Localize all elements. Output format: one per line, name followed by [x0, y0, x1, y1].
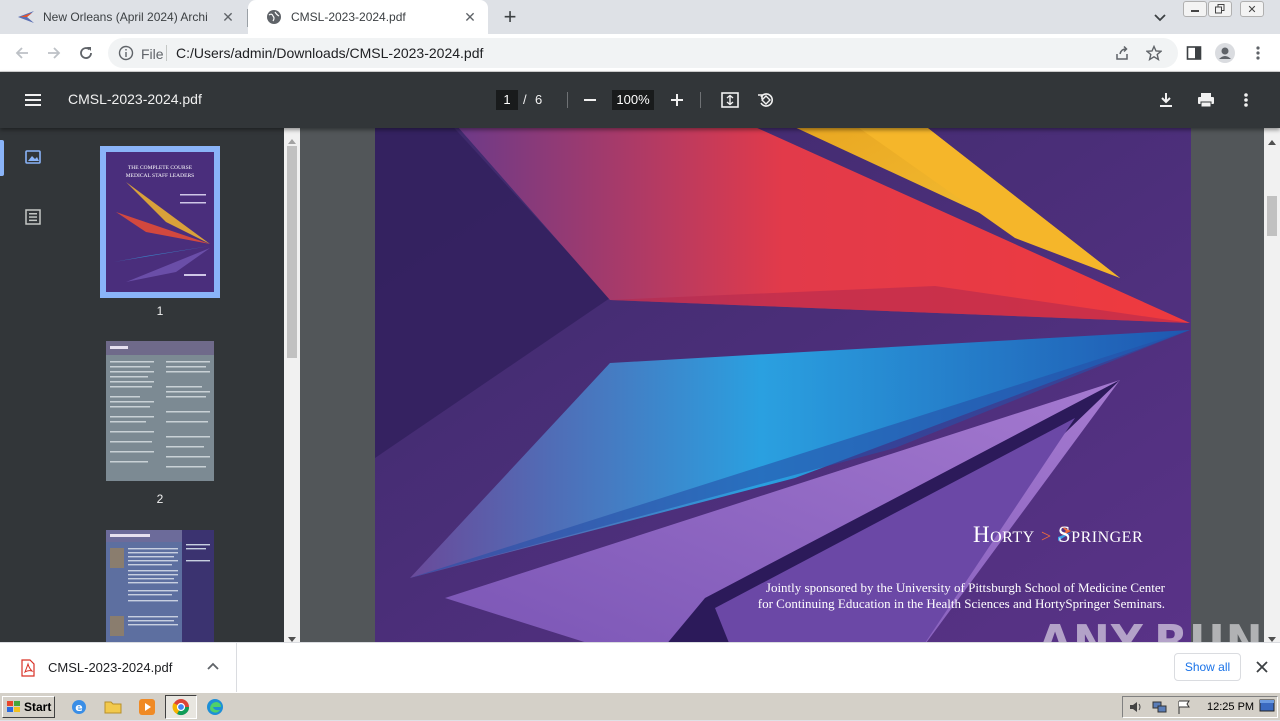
- close-icon[interactable]: [1254, 659, 1270, 675]
- tab-cmsl-pdf[interactable]: CMSL-2023-2024.pdf ✕: [248, 0, 488, 34]
- url-text[interactable]: C:/Users/admin/Downloads/CMSL-2023-2024.…: [176, 45, 483, 61]
- close-tab-icon[interactable]: ✕: [462, 9, 478, 25]
- url-divider: [166, 45, 167, 61]
- pdf-title: CMSL-2023-2024.pdf: [68, 91, 202, 107]
- horty-springer-logo: Horty > Springer: [973, 522, 1143, 548]
- zoom-out-icon[interactable]: [580, 90, 600, 110]
- chevron-down-icon[interactable]: [1152, 9, 1168, 25]
- sidebar-rail: [0, 128, 68, 642]
- tab-strip: New Orleans (April 2024) Archives - H ✕ …: [0, 0, 1280, 34]
- page-number-input[interactable]: 1: [496, 90, 518, 110]
- chevron-up-icon[interactable]: [205, 659, 221, 675]
- info-icon[interactable]: [118, 45, 134, 61]
- viewer-scrollbar-thumb[interactable]: [1267, 196, 1277, 236]
- download-shelf: CMSL-2023-2024.pdf Show all: [0, 642, 1280, 693]
- start-label: Start: [24, 700, 52, 714]
- windows-taskbar: Start e 12:25 PM: [0, 692, 1280, 720]
- logo-springer: Springer: [1057, 522, 1144, 547]
- logo-chevron-icon: >: [1040, 526, 1052, 546]
- thumbnails-icon[interactable]: [24, 148, 44, 168]
- menu-icon[interactable]: [22, 90, 44, 110]
- download-file-name: CMSL-2023-2024.pdf: [48, 660, 173, 675]
- back-arrow-icon[interactable]: [12, 43, 32, 63]
- viewer-scrollbar[interactable]: [1264, 128, 1280, 642]
- print-icon[interactable]: [1196, 90, 1216, 110]
- tab-new-orleans[interactable]: New Orleans (April 2024) Archives - H ✕: [0, 0, 246, 34]
- fit-to-page-icon[interactable]: [720, 90, 740, 110]
- site-favicon-icon: [18, 9, 34, 25]
- sponsor-line-2: for Continuing Education in the Health S…: [757, 596, 1165, 611]
- zoom-in-icon[interactable]: [667, 90, 687, 110]
- thumbnail-page-2[interactable]: [106, 341, 214, 481]
- clock: 12:25 PM: [1207, 701, 1255, 713]
- toolbar-divider: [567, 92, 568, 108]
- internet-explorer-icon[interactable]: e: [70, 698, 88, 716]
- windows-logo-icon: [7, 701, 21, 713]
- scheme-label: File: [141, 46, 164, 62]
- download-item[interactable]: CMSL-2023-2024.pdf: [0, 643, 237, 693]
- page-total: 6: [535, 92, 543, 107]
- side-panel-icon[interactable]: [1184, 43, 1204, 63]
- more-vertical-icon[interactable]: [1236, 90, 1256, 110]
- thumbnail-page-1[interactable]: THE COMPLETE COURSE MEDICAL STAFF LEADER…: [106, 152, 214, 292]
- thumbnail-page-3[interactable]: [106, 530, 214, 642]
- thumbnail-label: 1: [156, 304, 164, 318]
- forward-arrow-icon[interactable]: [44, 43, 64, 63]
- more-vertical-icon[interactable]: [1248, 43, 1268, 63]
- reload-icon[interactable]: [76, 43, 96, 63]
- chrome-taskbar-button[interactable]: [165, 695, 197, 719]
- tab-title: New Orleans (April 2024) Archives - H: [43, 10, 208, 24]
- volume-icon[interactable]: [1128, 699, 1144, 720]
- bookmark-star-icon[interactable]: [1144, 43, 1164, 63]
- profile-avatar-icon[interactable]: [1215, 43, 1235, 63]
- system-tray: 12:25 PM: [1122, 696, 1278, 718]
- show-all-button[interactable]: Show all: [1174, 653, 1241, 681]
- minimize-button[interactable]: [1183, 1, 1207, 17]
- flag-icon[interactable]: [1176, 699, 1192, 720]
- address-bar[interactable]: File C:/Users/admin/Downloads/CMSL-2023-…: [108, 38, 1178, 68]
- sidebar-scrollbar-thumb[interactable]: [287, 146, 297, 358]
- close-tab-icon[interactable]: ✕: [220, 9, 236, 25]
- tab-title: CMSL-2023-2024.pdf: [291, 10, 406, 24]
- start-button[interactable]: Start: [2, 696, 55, 718]
- browser-toolbar: File C:/Users/admin/Downloads/CMSL-2023-…: [0, 34, 1280, 72]
- outline-icon[interactable]: [24, 208, 44, 228]
- chrome-icon: [172, 698, 190, 721]
- sidebar-scrollbar[interactable]: [284, 128, 300, 642]
- pdf-page-1: Horty > Springer Jointly sponsored by th…: [375, 128, 1191, 642]
- svg-text:THE COMPLETE COURSE: THE COMPLETE COURSE: [128, 165, 193, 171]
- window-close-button[interactable]: ✕: [1240, 1, 1264, 17]
- svg-text:e: e: [75, 701, 82, 714]
- toolbar-divider: [700, 92, 701, 108]
- globe-icon: [266, 9, 282, 25]
- restore-button[interactable]: [1208, 1, 1232, 17]
- page-separator: /: [523, 92, 527, 107]
- thumbnail-label: 2: [156, 492, 164, 506]
- network-icon[interactable]: [1152, 699, 1168, 720]
- logo-horty: Horty: [973, 522, 1035, 547]
- thumbnail-sidebar: THE COMPLETE COURSE MEDICAL STAFF LEADER…: [0, 128, 300, 642]
- svg-text:MEDICAL STAFF LEADERS: MEDICAL STAFF LEADERS: [126, 173, 194, 179]
- media-player-icon[interactable]: [138, 698, 156, 716]
- pdf-viewer-area[interactable]: Horty > Springer Jointly sponsored by th…: [300, 128, 1264, 642]
- share-icon[interactable]: [1112, 43, 1132, 63]
- scroll-up-icon[interactable]: [1268, 132, 1276, 150]
- sponsor-line-1: Jointly sponsored by the University of P…: [765, 580, 1165, 595]
- pdf-file-icon: [20, 659, 36, 677]
- rotate-icon[interactable]: [756, 90, 776, 110]
- zoom-input[interactable]: 100%: [612, 90, 654, 110]
- pdf-toolbar: CMSL-2023-2024.pdf 1 / 6 100%: [0, 72, 1280, 128]
- edge-icon[interactable]: [206, 698, 224, 716]
- new-tab-button[interactable]: +: [498, 5, 522, 29]
- download-icon[interactable]: [1156, 90, 1176, 110]
- active-indicator: [0, 140, 4, 176]
- show-desktop-icon[interactable]: [1259, 698, 1275, 719]
- folder-icon[interactable]: [104, 698, 122, 716]
- page-footer-text: Horty > Springer Jointly sponsored by th…: [375, 128, 1191, 642]
